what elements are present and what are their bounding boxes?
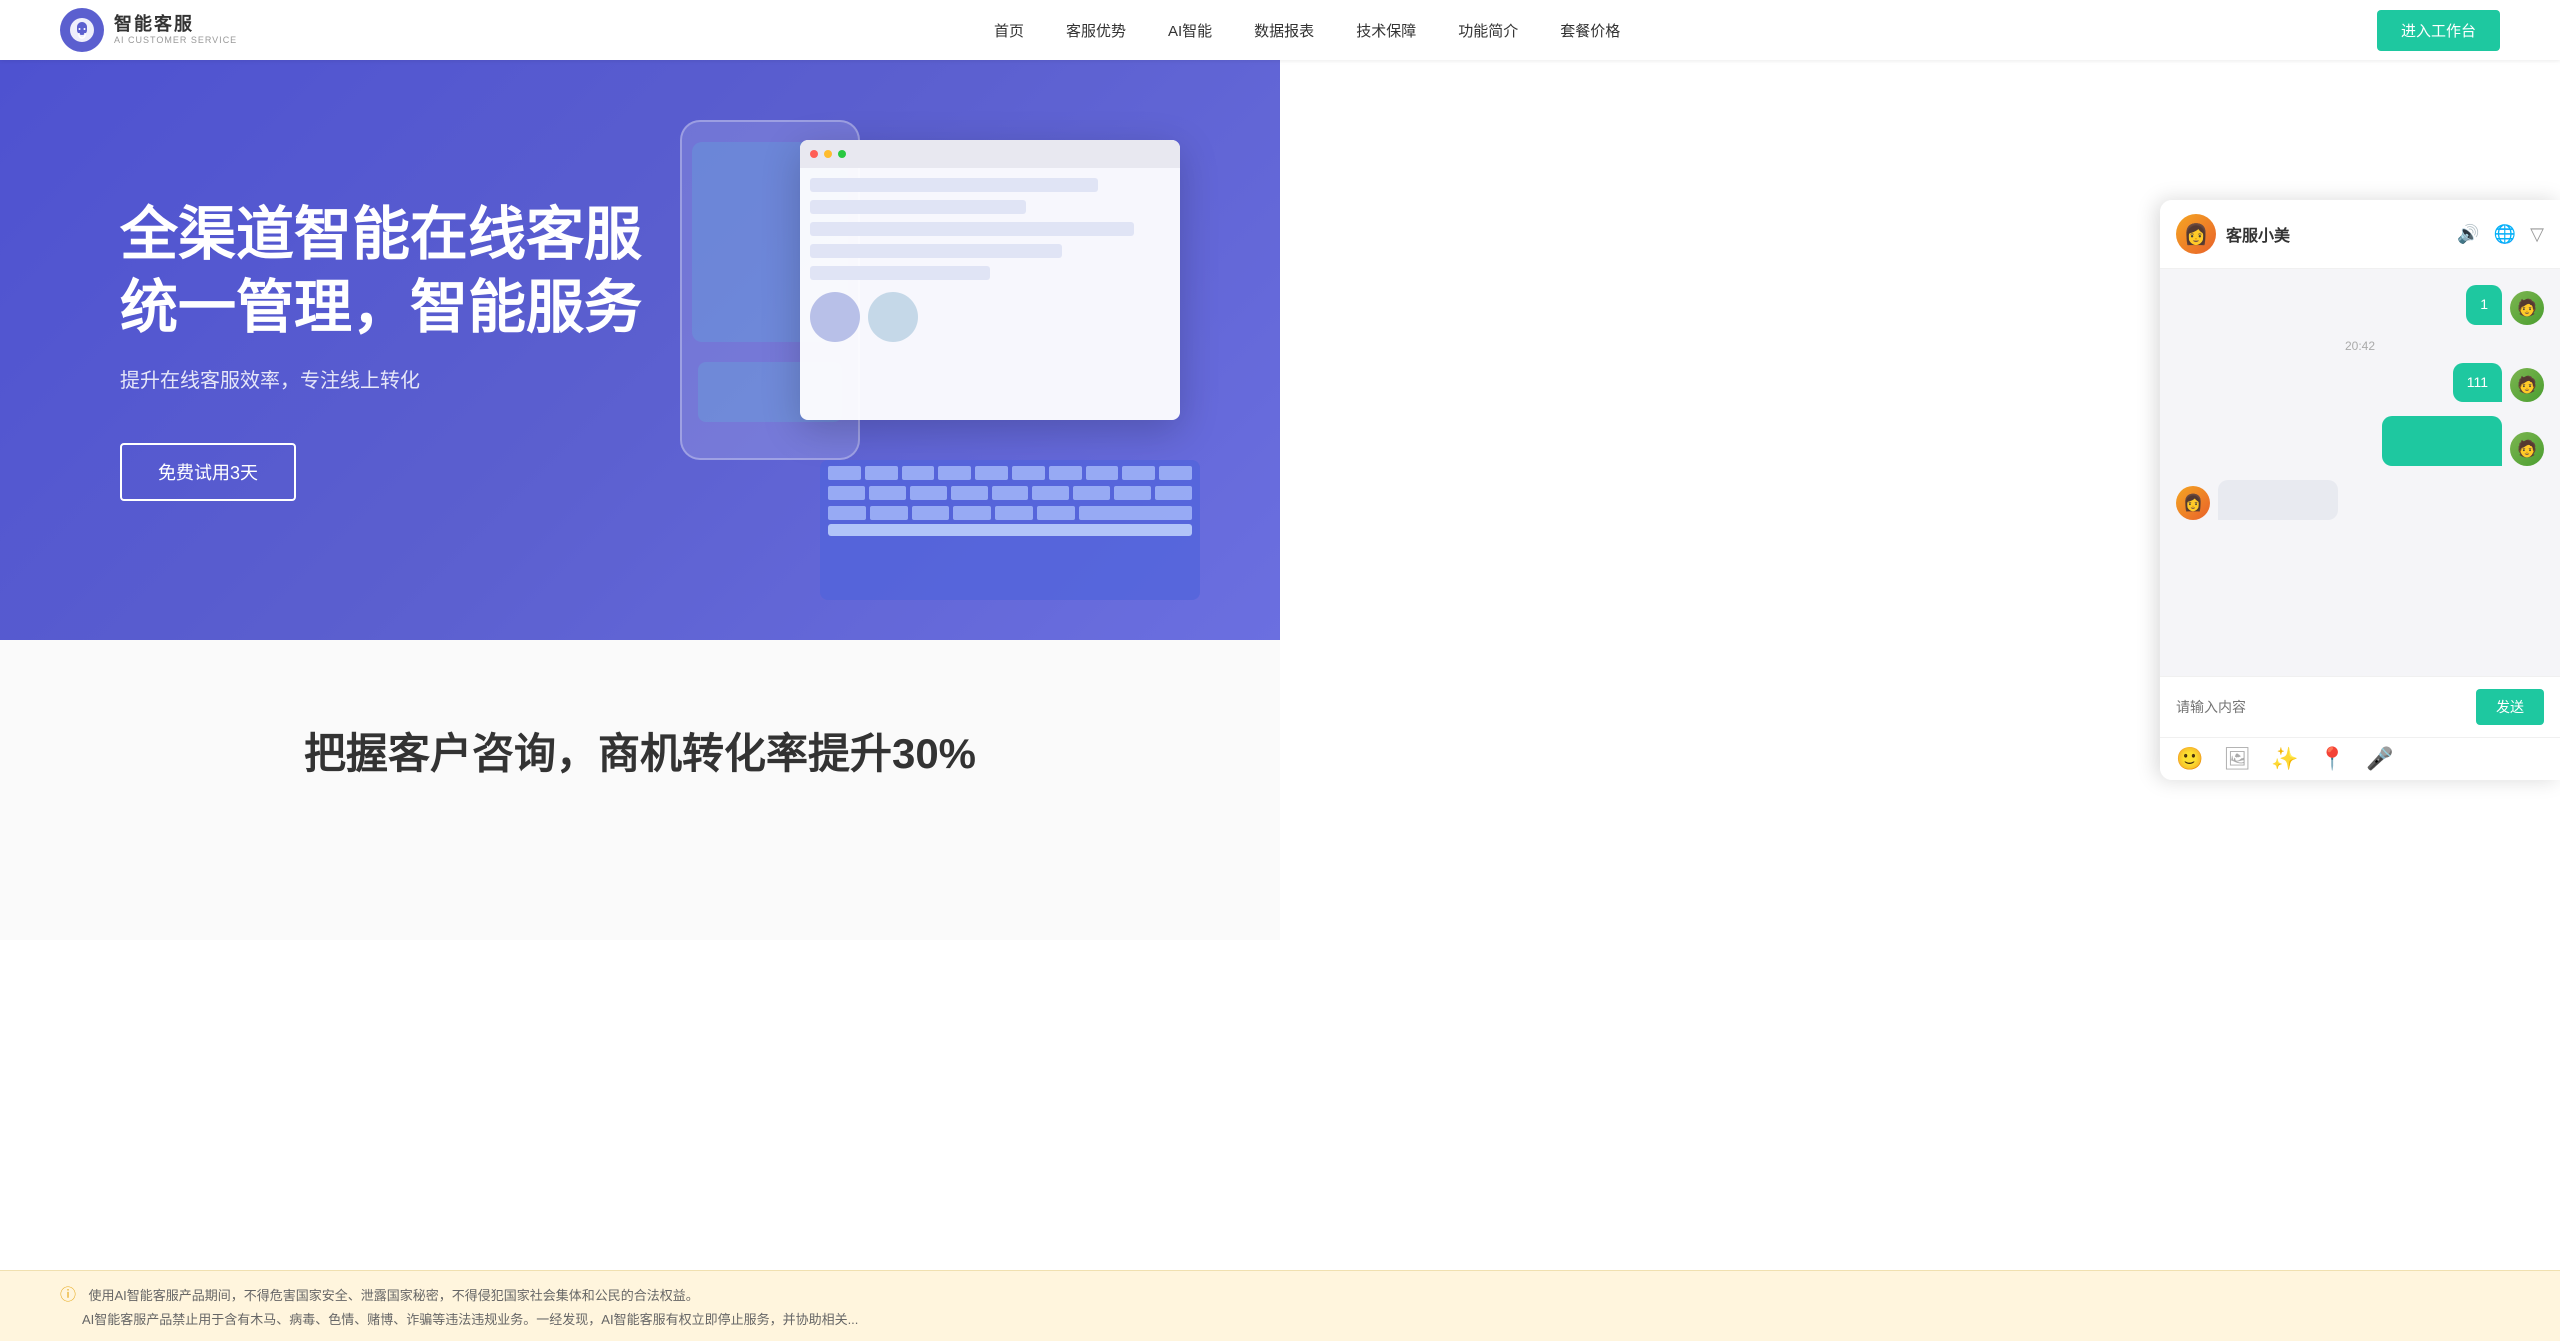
enter-workspace-button[interactable]: 进入工作台 (2377, 10, 2500, 51)
message-row: 👩 (2176, 480, 2544, 520)
chat-input[interactable] (2176, 699, 2468, 715)
logo-title: 智能客服 (114, 14, 237, 36)
chat-messages: 1 🧑 20:42 111 🧑 🧑 👩 (2160, 269, 2560, 676)
hero-title-line1: 全渠道智能在线客服 (120, 202, 642, 267)
globe-icon[interactable]: 🌐 (2494, 224, 2516, 245)
desktop-mockup (800, 140, 1180, 420)
message-bubble (2218, 480, 2338, 520)
logo-icon (60, 8, 104, 52)
logo-subtitle: AI CUSTOMER SERVICE (114, 35, 237, 46)
free-trial-button[interactable]: 免费试用3天 (120, 443, 296, 501)
hero-content: 全渠道智能在线客服 统一管理，智能服务 提升在线客服效率，专注线上转化 免费试用… (0, 119, 704, 581)
image-icon[interactable]: 🖼 (2223, 746, 2251, 772)
hero-title: 全渠道智能在线客服 统一管理，智能服务 (120, 199, 704, 344)
agent-name: 客服小美 (2226, 222, 2290, 246)
time-divider: 20:42 (2176, 339, 2544, 353)
nav-advantage[interactable]: 客服优势 (1066, 20, 1126, 41)
agent-info: 👩 客服小美 (2176, 214, 2290, 254)
message-row: 1 🧑 (2176, 285, 2544, 325)
agent-avatar: 👩 (2176, 214, 2216, 254)
navbar: 智能客服 AI CUSTOMER SERVICE 首页 客服优势 AI智能 数据… (0, 0, 2560, 60)
location-icon[interactable]: 📍 (2319, 746, 2346, 772)
notice-bar: ⓘ 使用AI智能客服产品期间，不得危害国家安全、泄露国家秘密，不得侵犯国家社会集… (0, 1270, 2560, 1341)
logo: 智能客服 AI CUSTOMER SERVICE (60, 8, 237, 52)
section2-title: 把握客户咨询，商机转化率提升30% (304, 720, 976, 781)
notice-line1: ⓘ 使用AI智能客服产品期间，不得危害国家安全、泄露国家秘密，不得侵犯国家社会集… (60, 1281, 2500, 1307)
user-avatar: 🧑 (2510, 368, 2544, 402)
user-avatar: 🧑 (2510, 291, 2544, 325)
chat-widget: 👩 客服小美 🔊 🌐 ▽ 1 🧑 20:42 111 🧑 🧑 👩 (2160, 200, 2560, 780)
message-bubble (2382, 416, 2502, 466)
chat-header: 👩 客服小美 🔊 🌐 ▽ (2160, 200, 2560, 269)
mic-icon[interactable]: 🎤 (2366, 746, 2393, 772)
nav-tech[interactable]: 技术保障 (1356, 20, 1416, 41)
nav-ai[interactable]: AI智能 (1168, 20, 1212, 41)
chevron-down-icon[interactable]: ▽ (2530, 224, 2544, 245)
ai-icon[interactable]: ✨ (2271, 746, 2298, 772)
nav-home[interactable]: 首页 (994, 20, 1024, 41)
keyboard-illustration (820, 460, 1200, 600)
desktop-titlebar (800, 140, 1180, 168)
emoji-icon[interactable]: 🙂 (2176, 746, 2203, 772)
hero-section: 全渠道智能在线客服 统一管理，智能服务 提升在线客服效率，专注线上转化 免费试用… (0, 60, 1280, 640)
agent-avatar-small: 👩 (2176, 486, 2210, 520)
user-avatar: 🧑 (2510, 432, 2544, 466)
message-row: 🧑 (2176, 416, 2544, 466)
hero-subtitle: 提升在线客服效率，专注线上转化 (120, 364, 704, 393)
message-bubble: 1 (2466, 285, 2502, 325)
nav-price[interactable]: 套餐价格 (1560, 20, 1620, 41)
chat-input-area: 发送 (2160, 676, 2560, 737)
notice-text-line2: AI智能客服产品禁止用于含有木马、病毒、色情、赌博、诈骗等违法违规业务。一经发现… (60, 1312, 858, 1327)
message-row: 111 🧑 (2176, 363, 2544, 403)
logo-text: 智能客服 AI CUSTOMER SERVICE (114, 14, 237, 46)
hero-title-line2: 统一管理，智能服务 (120, 275, 642, 340)
nav-feature[interactable]: 功能简介 (1458, 20, 1518, 41)
notice-line2: AI智能客服产品禁止用于含有木马、病毒、色情、赌博、诈骗等违法违规业务。一经发现… (60, 1308, 2500, 1331)
nav-links: 首页 客服优势 AI智能 数据报表 技术保障 功能简介 套餐价格 (994, 20, 1620, 41)
chat-toolbar: 🙂 🖼 ✨ 📍 🎤 (2160, 737, 2560, 780)
message-bubble: 111 (2453, 363, 2502, 403)
nav-report[interactable]: 数据报表 (1254, 20, 1314, 41)
section2: 把握客户咨询，商机转化率提升30% (0, 640, 1280, 940)
send-button[interactable]: 发送 (2476, 689, 2544, 725)
desktop-content (800, 168, 1180, 352)
notice-text-line1: 使用AI智能客服产品期间，不得危害国家安全、泄露国家秘密，不得侵犯国家社会集体和… (88, 1288, 698, 1303)
chat-header-controls: 🔊 🌐 ▽ (2457, 224, 2544, 245)
sound-icon[interactable]: 🔊 (2457, 224, 2479, 245)
notice-icon: ⓘ (60, 1287, 76, 1304)
